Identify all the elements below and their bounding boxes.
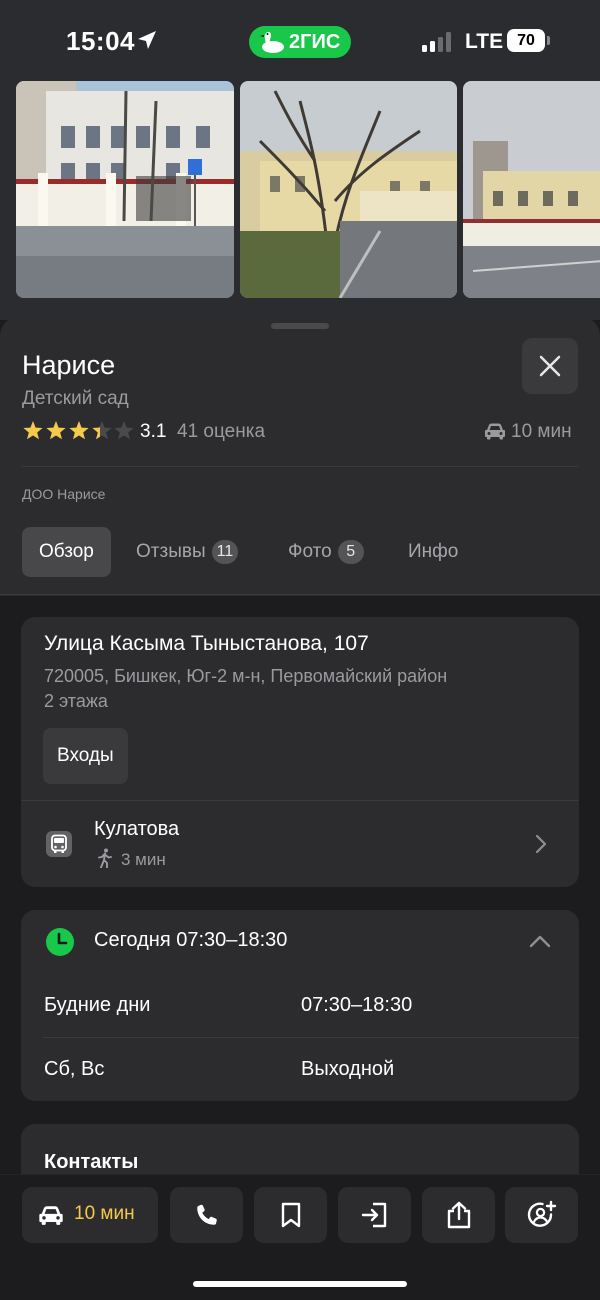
close-icon: [539, 355, 561, 377]
goose-logo-icon: [260, 31, 284, 53]
home-indicator[interactable]: [193, 1281, 407, 1287]
star-icon: [114, 421, 134, 440]
place-sheet: Нарисе Детский сад 3.1 41 оценка 10 мин …: [0, 316, 600, 596]
tab-label: Инфо: [408, 541, 459, 562]
chevron-right-icon[interactable]: [534, 834, 548, 854]
add-person-icon: [527, 1200, 556, 1227]
place-title: Нарисе: [22, 350, 116, 380]
hours-days: Будние дни: [44, 994, 151, 1016]
chevron-up-icon[interactable]: [529, 934, 551, 948]
walk-icon: [98, 848, 112, 868]
org-name: ДОО Нарисе: [22, 486, 106, 502]
entrance-button[interactable]: [338, 1187, 411, 1243]
hours-time: 07:30–18:30: [301, 994, 413, 1016]
tab-label: Отзывы: [136, 541, 206, 562]
battery-tip: [547, 36, 550, 45]
share-button[interactable]: [422, 1187, 495, 1243]
call-button[interactable]: [170, 1187, 243, 1243]
brand-badge[interactable]: 2ГИС: [249, 26, 351, 58]
hours-today[interactable]: Сегодня 07:30–18:30: [94, 929, 287, 952]
route-button[interactable]: 10 мин: [22, 1187, 158, 1243]
address-floors: 2 этажа: [44, 691, 108, 711]
close-button[interactable]: [522, 338, 578, 394]
rating-stars: [23, 421, 134, 440]
tab-badge: 5: [337, 540, 364, 564]
tab-overview[interactable]: Обзор: [22, 527, 111, 577]
divider: [0, 594, 600, 595]
star-icon: [69, 421, 89, 440]
signal-icon: [422, 32, 451, 52]
bookmark-icon: [281, 1202, 300, 1228]
tab-label: Фото: [288, 541, 332, 562]
place-photo[interactable]: [463, 81, 600, 298]
tab-badge: 11: [211, 540, 239, 564]
hours-days: Сб, Вс: [44, 1058, 105, 1080]
place-photo[interactable]: [240, 81, 457, 298]
tab-bar: Обзор Отзывы 11 Фото 5 Инфо: [22, 527, 582, 577]
battery-icon: 70: [507, 29, 545, 52]
tab-info[interactable]: Инфо: [408, 527, 458, 577]
car-icon: [39, 1206, 63, 1225]
star-icon: [46, 421, 66, 440]
location-arrow-icon: [138, 31, 156, 49]
divider: [21, 800, 579, 801]
drive-time: 10 мин: [511, 421, 572, 442]
address-card: Улица Касыма Тыныстанова, 107 720005, Би…: [21, 617, 579, 887]
entrances-button[interactable]: Входы: [43, 728, 128, 784]
walk-time: 3 мин: [121, 850, 166, 869]
address-street[interactable]: Улица Касыма Тыныстанова, 107: [44, 632, 369, 656]
divider: [43, 1037, 579, 1038]
place-photo[interactable]: [16, 81, 234, 298]
brand-name: 2ГИС: [289, 31, 341, 53]
rating-count[interactable]: 41 оценка: [177, 421, 265, 443]
tab-reviews[interactable]: Отзывы 11: [136, 527, 239, 577]
status-bar: 15:04 2ГИС LTE 70: [0, 0, 600, 80]
transit-stop-name[interactable]: Кулатова: [94, 818, 179, 841]
star-icon: [23, 421, 43, 440]
star-icon: [92, 421, 112, 440]
contacts-title: Контакты: [44, 1151, 139, 1173]
network-type: LTE: [465, 30, 504, 53]
tab-label: Обзор: [39, 541, 94, 562]
route-time: 10 мин: [74, 1203, 135, 1224]
status-time: 15:04: [66, 26, 135, 56]
hours-time: Выходной: [301, 1058, 395, 1080]
rating-value: 3.1: [140, 421, 167, 442]
phone-icon: [196, 1204, 217, 1225]
share-icon: [447, 1201, 470, 1229]
hours-card: Сегодня 07:30–18:30 Будние дни 07:30–18:…: [21, 910, 579, 1101]
place-category: Детский сад: [22, 388, 129, 409]
entrance-icon: [361, 1202, 386, 1228]
address-city: 720005, Бишкек, Юг-2 м-н, Первомайский р…: [44, 666, 448, 686]
clock-icon: [46, 928, 74, 956]
bookmark-button[interactable]: [254, 1187, 327, 1243]
bus-icon: [46, 831, 72, 857]
divider: [22, 466, 578, 467]
sheet-grabber[interactable]: [271, 323, 329, 329]
add-person-button[interactable]: [505, 1187, 578, 1243]
car-icon: [485, 423, 505, 440]
tab-photos[interactable]: Фото 5: [288, 527, 364, 577]
photo-strip[interactable]: [0, 80, 600, 320]
